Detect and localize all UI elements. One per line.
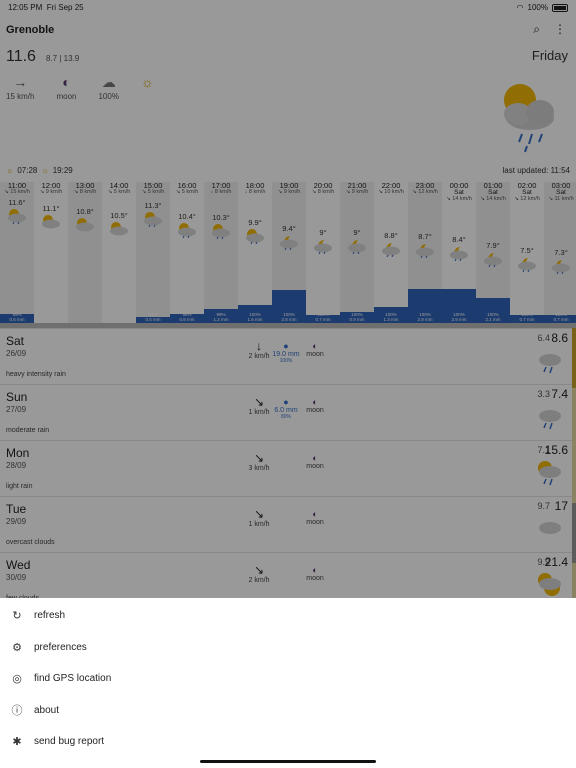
menu-item-label: send bug report <box>34 736 105 747</box>
bottom-sheet-menu: ↻ refresh ⚙ preferences ◎ find GPS location ⓘ a… <box>0 598 576 768</box>
scrim-overlay[interactable] <box>0 0 576 598</box>
info-icon: ⓘ <box>11 705 23 717</box>
settings-icon: ⚙ <box>12 641 22 654</box>
menu-item-label: preferences <box>34 641 87 653</box>
menu-item-label: about <box>34 704 60 716</box>
menu-item-preferences[interactable]: ⚙ preferences <box>0 632 576 663</box>
bug-icon: ✱ <box>12 736 22 748</box>
gps-icon: ◎ <box>12 673 22 685</box>
home-indicator[interactable] <box>200 760 376 763</box>
menu-item-send-bug-report[interactable]: ✱ send bug report <box>0 726 576 757</box>
menu-item-about[interactable]: ⓘ about <box>0 695 576 726</box>
menu-item-find-GPS-location[interactable]: ◎ find GPS location <box>0 663 576 694</box>
menu-item-label: find GPS location <box>34 673 112 684</box>
refresh-icon: ↻ <box>12 610 22 622</box>
menu-item-refresh[interactable]: ↻ refresh <box>0 600 576 631</box>
menu-item-label: refresh <box>34 610 66 621</box>
